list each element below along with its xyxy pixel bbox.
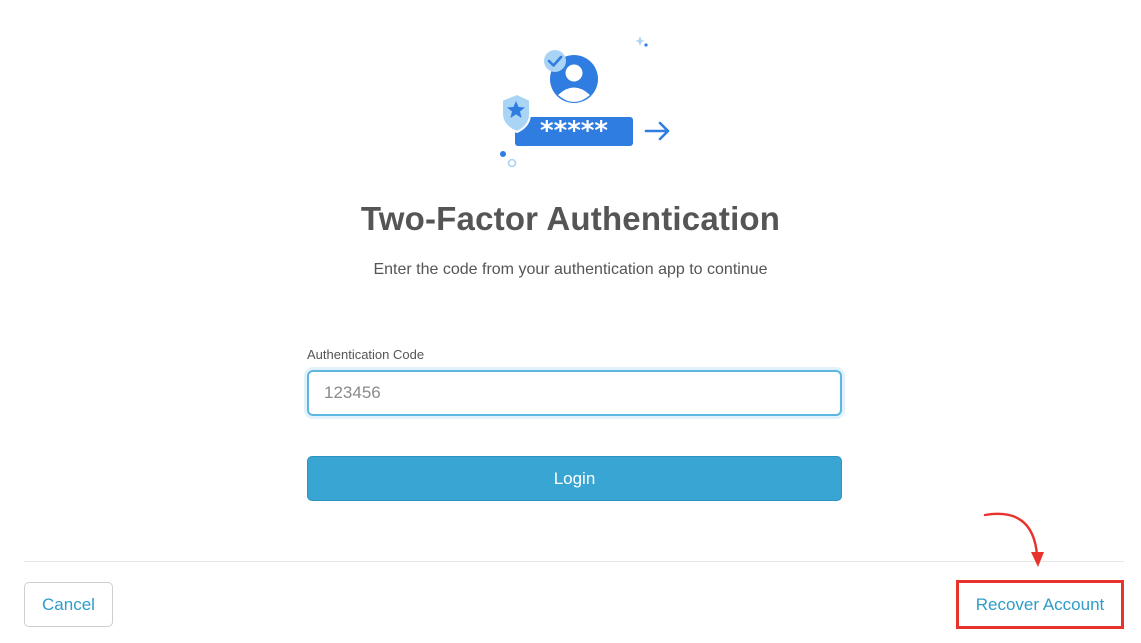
- password-field-icon: *****: [515, 116, 633, 146]
- auth-code-label: Authentication Code: [307, 347, 425, 362]
- recover-account-link[interactable]: Recover Account: [959, 583, 1121, 626]
- two-factor-illustration: *****: [500, 36, 670, 168]
- star-shield-icon: [501, 92, 531, 134]
- checkmark-badge-icon: [544, 50, 566, 72]
- auth-code-input[interactable]: [307, 370, 842, 416]
- footer-divider: [24, 561, 1124, 562]
- page-title: Two-Factor Authentication: [360, 200, 781, 237]
- sparkle-icon: [635, 36, 648, 47]
- two-factor-page: ***** Two-Factor Authentication Enter th…: [0, 0, 1141, 643]
- decor-dot: [500, 151, 506, 157]
- page-subtitle: Enter the code from your authentication …: [373, 261, 768, 278]
- annotation-arrow-icon: [983, 512, 1044, 567]
- decor-ring: [507, 158, 517, 168]
- password-mask-text: *****: [540, 116, 608, 146]
- arrow-right-icon: [644, 121, 670, 141]
- login-button[interactable]: Login: [307, 456, 842, 501]
- cancel-button[interactable]: Cancel: [24, 582, 113, 627]
